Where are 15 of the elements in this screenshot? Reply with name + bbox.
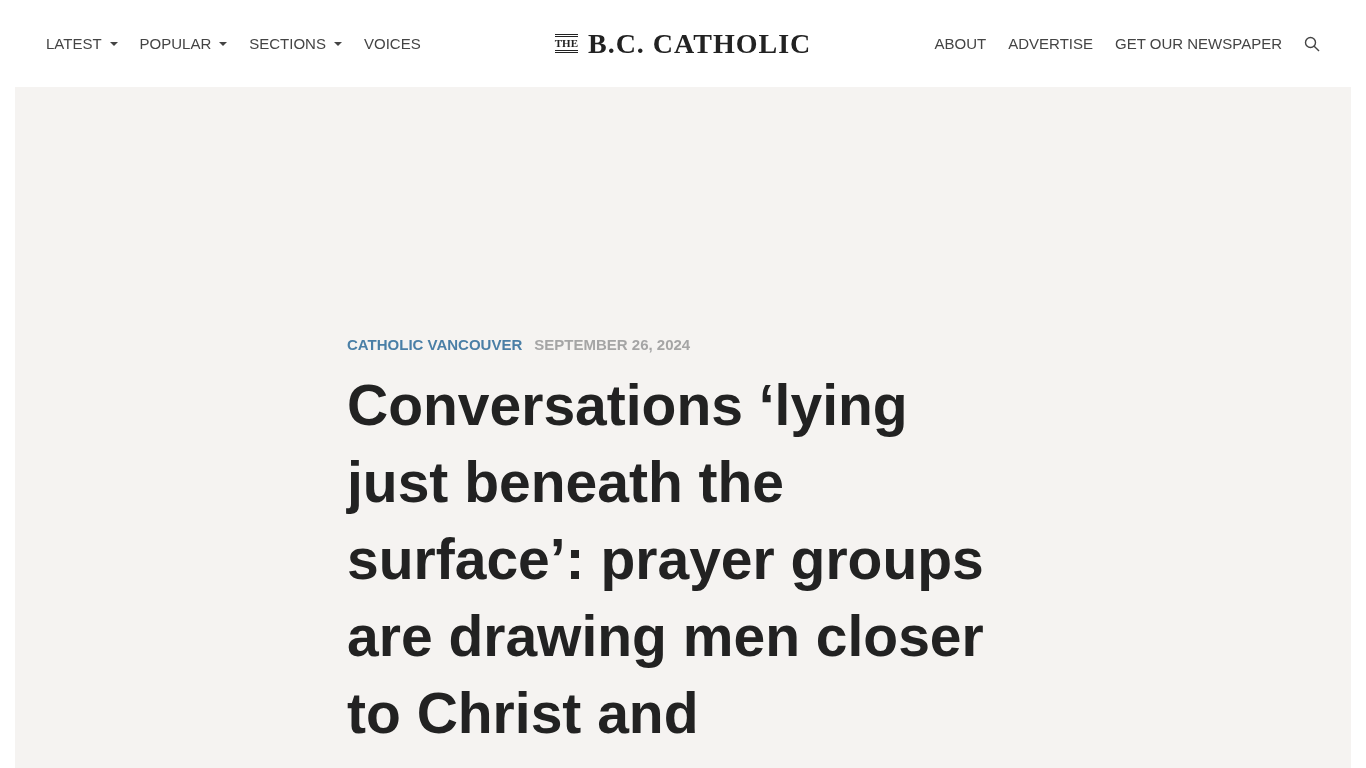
nav-link[interactable]: POPULAR: [139, 35, 228, 52]
category-link[interactable]: CATHOLIC VANCOUVER: [347, 336, 523, 353]
nav-link[interactable]: VOICES: [363, 35, 421, 52]
site-logo[interactable]: THE B.C. CATHOLIC: [554, 27, 812, 60]
nav-link[interactable]: SECTIONS: [249, 35, 342, 52]
article-date: SEPTEMBER 26, 2024: [534, 336, 691, 353]
nav-link[interactable]: ABOUT: [934, 35, 987, 52]
caret-icon: [333, 41, 342, 46]
caret-icon: [109, 41, 118, 46]
caret-icon: [219, 41, 228, 46]
article-headline: Conversations ‘lying just beneath the surface’: prayer groups are drawing men closer to Christ and: [347, 372, 985, 747]
nav-link[interactable]: ADVERTISE: [1008, 35, 1093, 52]
nav-link[interactable]: LATEST: [46, 35, 118, 52]
search-icon[interactable]: [1304, 35, 1320, 52]
nav-link[interactable]: GET OUR NEWSPAPER: [1115, 35, 1282, 52]
